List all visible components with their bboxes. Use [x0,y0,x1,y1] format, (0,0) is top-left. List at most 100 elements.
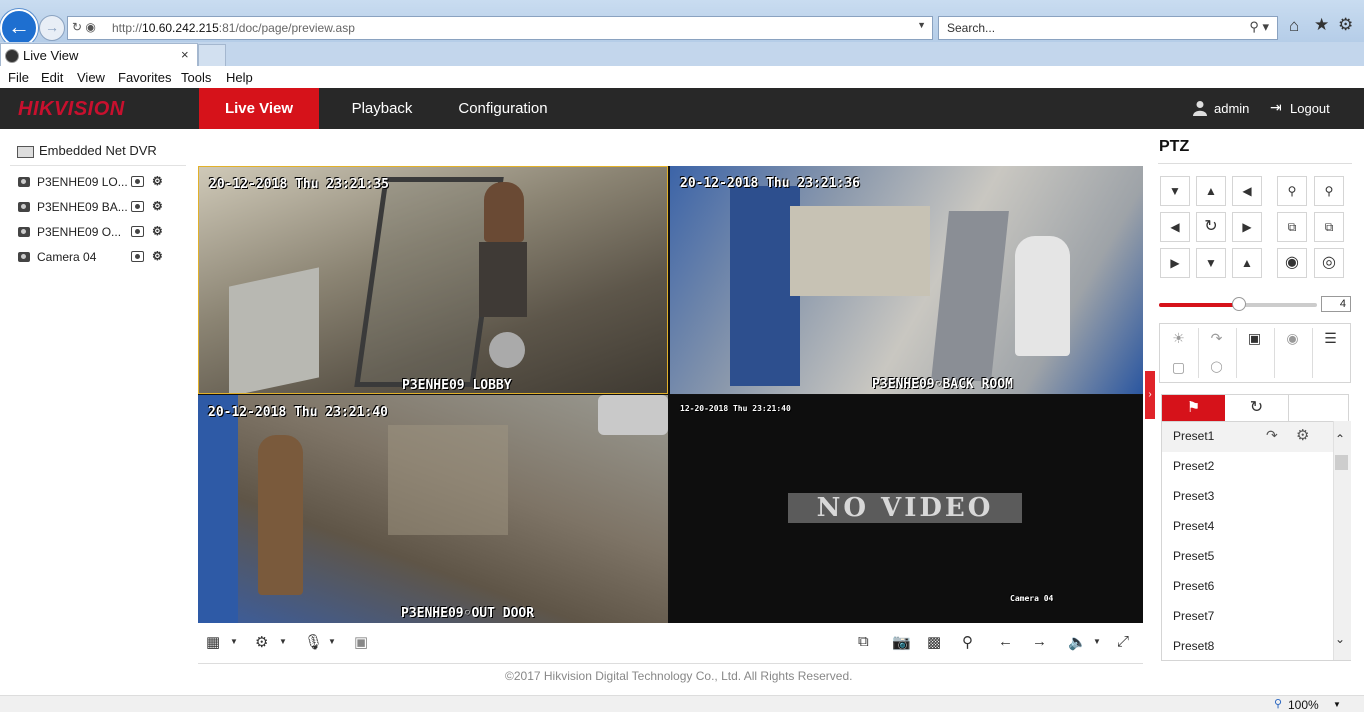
call-preset-icon[interactable]: ↷ [1266,427,1278,444]
previous-page-icon[interactable]: ← [998,633,1013,650]
stream-select-icon[interactable]: ⚙ [152,224,163,238]
preset-item[interactable]: Preset7 [1162,602,1334,632]
scrollbar-thumb[interactable] [1335,455,1348,470]
patrol-icon[interactable]: ↻ [1225,395,1289,421]
chevron-down-icon[interactable]: ▼ [1333,700,1341,709]
zoom-icon[interactable]: ⚲ [962,633,973,651]
record-icon[interactable] [131,201,144,212]
ptz-up-icon[interactable]: ▲ [1196,176,1226,206]
record-icon[interactable] [131,176,144,187]
camera-item[interactable]: P3ENHE09 BA... ⚙ [18,198,178,218]
zoom-in-icon[interactable]: ⚲ [1314,176,1344,206]
video-window-lobby[interactable]: 20-12-2018 Thu 23:21:35 P3ENHE09 LOBBY [198,166,668,394]
auxiliary-focus-icon[interactable]: ▣ [1236,324,1273,352]
speed-slider-handle[interactable] [1232,297,1246,311]
menu-tools[interactable]: Tools [181,70,211,85]
panel-collapse-toggle[interactable]: › [1145,371,1155,419]
focus-far-icon[interactable]: ⧉ [1314,212,1344,242]
preset-item[interactable]: Preset6 [1162,572,1334,602]
forward-arrow-icon[interactable]: → [39,15,65,41]
manual-track-icon[interactable]: ▢ [1160,353,1197,381]
ptz-right-up-icon[interactable]: ◀ [1232,176,1262,206]
gear-icon[interactable]: ⚙ [1296,426,1309,444]
menu-file[interactable]: File [8,70,29,85]
video-window-back-room[interactable]: 20-12-2018 Thu 23:21:36 P3ENHE09◦BACK RO… [670,166,1143,394]
new-tab-button[interactable] [198,44,226,68]
menu-view[interactable]: View [77,70,105,85]
logout-link[interactable]: Logout [1290,101,1330,116]
tab-configuration[interactable]: Configuration [448,88,558,129]
search-icon[interactable]: ⚲ ▾ [1249,19,1269,35]
zoom-level[interactable]: 100% [1288,698,1319,712]
capture-icon[interactable]: 📷 [892,633,911,651]
iris-close-icon[interactable]: ◎ [1314,248,1344,278]
zoom-out-icon[interactable]: ⚲ [1277,176,1307,206]
preset-item[interactable]: Preset8 [1162,632,1334,660]
light-icon[interactable]: ☀ [1160,324,1197,352]
chevron-up-icon[interactable]: ⌃ [1335,432,1345,446]
gear-icon[interactable]: ⚙ [1338,15,1353,35]
search-input[interactable]: Search... ⚲ ▾ [938,16,1278,40]
stream-select-icon[interactable]: ⚙ [152,174,163,188]
fullscreen-icon[interactable]: ⤢ [1117,633,1129,650]
tab-playback[interactable]: Playback [340,88,424,129]
video-window-camera-04[interactable]: 12-20-2018 Thu 23:21:40 NO VIDEO Camera … [670,395,1143,623]
menu-edit[interactable]: Edit [41,70,63,85]
close-icon[interactable]: × [181,47,189,62]
ptz-auto-icon[interactable]: ↻ [1196,212,1226,242]
camera-item[interactable]: P3ENHE09 LO... ⚙ [18,173,178,193]
star-icon[interactable]: ★ [1314,15,1329,35]
video-window-out-door[interactable]: 20-12-2018 Thu 23:21:40 P3ENHE09◦OUT DOO… [198,395,668,623]
refresh-icon[interactable]: ↻ ◉ [72,20,96,34]
3d-zoom-icon[interactable]: ◯ [1198,353,1235,381]
ptz-right-icon[interactable]: ▶ [1232,212,1262,242]
volume-mute-icon[interactable]: 🔈 [1068,633,1087,651]
address-url[interactable]: http://10.60.242.215:81/doc/page/preview… [112,21,355,35]
browser-tab[interactable]: Live View × [0,43,198,68]
chevron-down-icon[interactable]: ▼ [279,637,287,646]
menu-help[interactable]: Help [226,70,253,85]
screen-icon[interactable]: ▣ [354,633,368,651]
ptz-right-down-icon[interactable]: ▲ [1232,248,1262,278]
stream-type-icon[interactable]: ⚙ [255,633,268,651]
ptz-left-up-icon[interactable]: ▼ [1160,176,1190,206]
microphone-icon[interactable]: 🎙 [304,633,323,651]
chevron-down-icon[interactable]: ▼ [328,637,336,646]
preset-item[interactable]: Preset5 [1162,542,1334,572]
ptz-down-icon[interactable]: ▼ [1196,248,1226,278]
chevron-down-icon[interactable]: ▼ [230,637,238,646]
flag-icon[interactable]: ⚑ [1162,395,1225,421]
next-page-icon[interactable]: → [1032,633,1047,650]
chevron-down-icon[interactable]: ▼ [917,20,926,30]
menu-icon[interactable]: ☰ [1312,324,1349,352]
record-icon[interactable]: ▩ [927,633,941,651]
preset-item[interactable]: Preset3 [1162,482,1334,512]
wiper-icon[interactable]: ↷ [1198,324,1235,352]
preset-item[interactable]: Preset1 ↷ ⚙ [1162,422,1334,452]
stop-all-icon[interactable]: ⧉ [858,633,869,650]
lens-init-icon[interactable]: ◉ [1274,324,1311,352]
address-bar[interactable]: ↻ ◉ http://10.60.242.215:81/doc/page/pre… [67,16,933,40]
window-layout-icon[interactable]: ▦ [206,633,220,651]
record-icon[interactable] [131,251,144,262]
divider [1236,328,1237,378]
record-icon[interactable] [131,226,144,237]
tab-live-view[interactable]: Live View [199,88,319,129]
logout-icon[interactable]: ⇥ [1270,99,1282,116]
ptz-left-icon[interactable]: ◀ [1160,212,1190,242]
preset-label: Preset4 [1173,519,1215,533]
home-icon[interactable]: ⌂ [1289,16,1299,36]
preset-item[interactable]: Preset2 [1162,452,1334,482]
iris-open-icon[interactable]: ◉ [1277,248,1307,278]
menu-favorites[interactable]: Favorites [118,70,171,85]
video-camera-name: P3ENHE09 LOBBY [402,378,512,393]
ptz-left-down-icon[interactable]: ▶ [1160,248,1190,278]
focus-near-icon[interactable]: ⧉ [1277,212,1307,242]
chevron-down-icon[interactable]: ▼ [1093,637,1101,646]
camera-item[interactable]: Camera 04 ⚙ [18,248,178,268]
preset-item[interactable]: Preset4 [1162,512,1334,542]
stream-select-icon[interactable]: ⚙ [152,249,163,263]
chevron-down-icon[interactable]: ⌄ [1335,632,1345,646]
stream-select-icon[interactable]: ⚙ [152,199,163,213]
camera-item[interactable]: P3ENHE09 O... ⚙ [18,223,178,243]
